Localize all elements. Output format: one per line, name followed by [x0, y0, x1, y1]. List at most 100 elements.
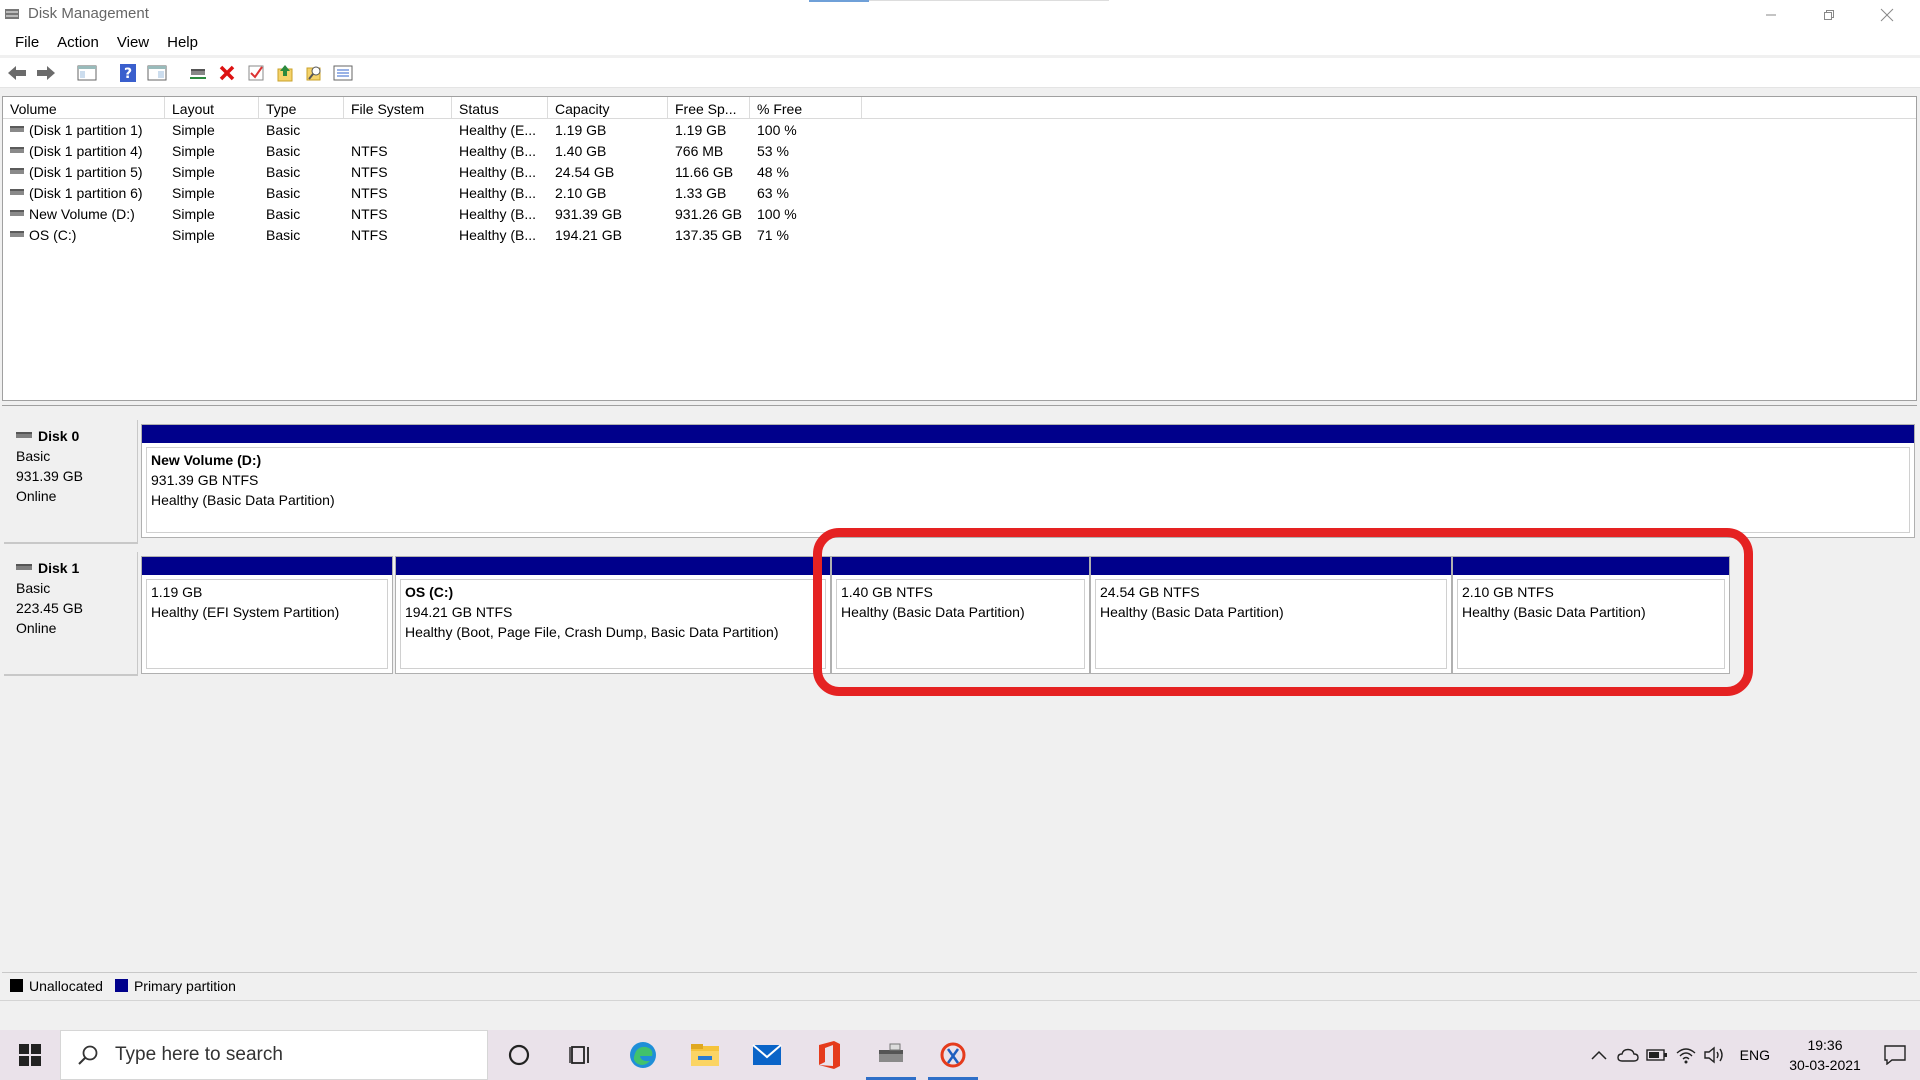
properties-button[interactable]: [144, 60, 170, 86]
list-button[interactable]: [330, 60, 356, 86]
close-button[interactable]: [1858, 0, 1916, 30]
menu-file[interactable]: File: [6, 34, 48, 51]
col-capacity[interactable]: Capacity: [548, 97, 668, 118]
cortana-button[interactable]: [488, 1030, 550, 1080]
search-folder-button[interactable]: [301, 60, 327, 86]
console-tree-button[interactable]: [74, 60, 100, 86]
clock[interactable]: 19:36 30-03-2021: [1780, 1035, 1870, 1075]
menu-help[interactable]: Help: [158, 34, 207, 51]
cell-capacity: 194.21 GB: [555, 226, 622, 243]
menu-bar: File Action View Help: [0, 30, 1920, 55]
snip-taskbar-button[interactable]: [922, 1030, 984, 1080]
partition-bar: [142, 425, 1914, 443]
col-status[interactable]: Status: [452, 97, 548, 118]
action-center-button[interactable]: [1870, 1030, 1920, 1080]
disk-icon: [16, 564, 32, 570]
col-percent-free[interactable]: % Free: [750, 97, 862, 118]
show-hidden-icons-button[interactable]: [1585, 1030, 1614, 1080]
cell-percent-free: 48 %: [757, 163, 789, 180]
cell-percent-free: 63 %: [757, 184, 789, 201]
cell-layout: Simple: [172, 184, 215, 201]
volume-name: (Disk 1 partition 4): [29, 142, 143, 159]
partition-os-c[interactable]: OS (C:) 194.21 GB NTFS Healthy (Boot, Pa…: [395, 556, 831, 674]
legend-primary-partition: Primary partition: [114, 978, 236, 994]
mail-button[interactable]: [736, 1030, 798, 1080]
svg-text:?: ?: [124, 66, 132, 82]
cell-layout: Simple: [172, 163, 215, 180]
red-highlight-annotation: [813, 528, 1753, 696]
minimize-button[interactable]: [1742, 0, 1800, 30]
clock-date: 30-03-2021: [1789, 1057, 1861, 1073]
disk-management-icon: [879, 1043, 903, 1062]
chevron-up-icon: [1591, 1050, 1607, 1060]
partition-efi-system[interactable]: 1.19 GB Healthy (EFI System Partition): [141, 556, 393, 674]
wifi-icon: [1676, 1048, 1696, 1064]
file-explorer-button[interactable]: [674, 1030, 736, 1080]
back-button[interactable]: [4, 60, 30, 86]
close-icon: [1880, 8, 1894, 22]
status-bar: [0, 1000, 1920, 1030]
edge-button[interactable]: [612, 1030, 674, 1080]
cell-percent-free: 100 %: [757, 121, 797, 138]
task-view-button[interactable]: [550, 1030, 612, 1080]
check-button[interactable]: [243, 60, 269, 86]
disk-icon: [16, 432, 32, 438]
cloud-icon: [1617, 1048, 1639, 1062]
restore-button[interactable]: [1800, 0, 1858, 30]
partition-size: 194.21 GB NTFS: [405, 604, 513, 620]
connect-button[interactable]: [185, 60, 211, 86]
cell-status: Healthy (B...: [459, 142, 537, 159]
col-volume[interactable]: Volume: [3, 97, 165, 118]
volume-button[interactable]: [1701, 1030, 1730, 1080]
up-button[interactable]: [272, 60, 298, 86]
disk-name: Disk 1: [38, 560, 80, 576]
cell-capacity: 24.54 GB: [555, 163, 615, 180]
col-type[interactable]: Type: [259, 97, 344, 118]
cell-file-system: NTFS: [351, 142, 388, 159]
partition-status: Healthy (Boot, Page File, Crash Dump, Ba…: [405, 624, 779, 640]
back-icon: [8, 65, 26, 80]
language-indicator[interactable]: ENG: [1730, 1047, 1780, 1063]
partition-details: OS (C:) 194.21 GB NTFS Healthy (Boot, Pa…: [400, 579, 826, 669]
table-row[interactable]: OS (C:) Simple Basic NTFS Healthy (B... 194.2…: [3, 224, 1916, 245]
legend-label: Unallocated: [29, 977, 103, 994]
menu-action[interactable]: Action: [48, 34, 108, 51]
table-row[interactable]: (Disk 1 partition 5) Simple Basic NTFS Healt…: [3, 161, 1916, 182]
network-button[interactable]: [1672, 1030, 1701, 1080]
col-file-system[interactable]: File System: [344, 97, 452, 118]
disk-size: 931.39 GB: [16, 468, 83, 484]
col-layout[interactable]: Layout: [165, 97, 259, 118]
taskbar: Type here to search ENG 19:36 30-03-2021: [0, 1030, 1920, 1080]
table-row[interactable]: (Disk 1 partition 4) Simple Basic NTFS Healt…: [3, 140, 1916, 161]
office-button[interactable]: [798, 1030, 860, 1080]
onedrive-button[interactable]: [1614, 1030, 1643, 1080]
volume-icon: [10, 167, 24, 174]
table-row[interactable]: New Volume (D:) Simple Basic NTFS Healthy (B…: [3, 203, 1916, 224]
cell-free-space: 137.35 GB: [675, 226, 742, 243]
disk-management-taskbar-button[interactable]: [860, 1030, 922, 1080]
menu-view[interactable]: View: [108, 34, 158, 51]
taskbar-search-box[interactable]: Type here to search: [60, 1030, 488, 1080]
table-row[interactable]: (Disk 1 partition 6) Simple Basic NTFS Healt…: [3, 182, 1916, 203]
cell-type: Basic: [266, 142, 301, 159]
disk-size: 223.45 GB: [16, 600, 83, 616]
battery-button[interactable]: [1643, 1030, 1672, 1080]
volume-name: OS (C:): [29, 226, 77, 243]
task-view-icon: [569, 1046, 589, 1064]
disk-1-label[interactable]: Disk 1 Basic 223.45 GB Online: [4, 552, 138, 676]
disk-0-label[interactable]: Disk 0 Basic 931.39 GB Online: [4, 420, 138, 544]
cell-status: Healthy (B...: [459, 205, 537, 222]
partition-new-volume-d[interactable]: New Volume (D:) 931.39 GB NTFS Healthy (…: [141, 424, 1915, 538]
unallocated-swatch: [10, 979, 23, 992]
start-button[interactable]: [0, 1030, 60, 1080]
cell-layout: Simple: [172, 142, 215, 159]
help-button[interactable]: ?: [115, 60, 141, 86]
properties-icon: [147, 65, 167, 80]
forward-button[interactable]: [33, 60, 59, 86]
minimize-icon: [1766, 14, 1776, 16]
delete-button[interactable]: [214, 60, 240, 86]
partition-size: 1.19 GB: [151, 584, 203, 600]
col-free-space[interactable]: Free Sp...: [668, 97, 750, 118]
legend-unallocated: Unallocated: [10, 978, 103, 994]
table-row[interactable]: (Disk 1 partition 1) Simple Basic Healthy (…: [3, 119, 1916, 140]
